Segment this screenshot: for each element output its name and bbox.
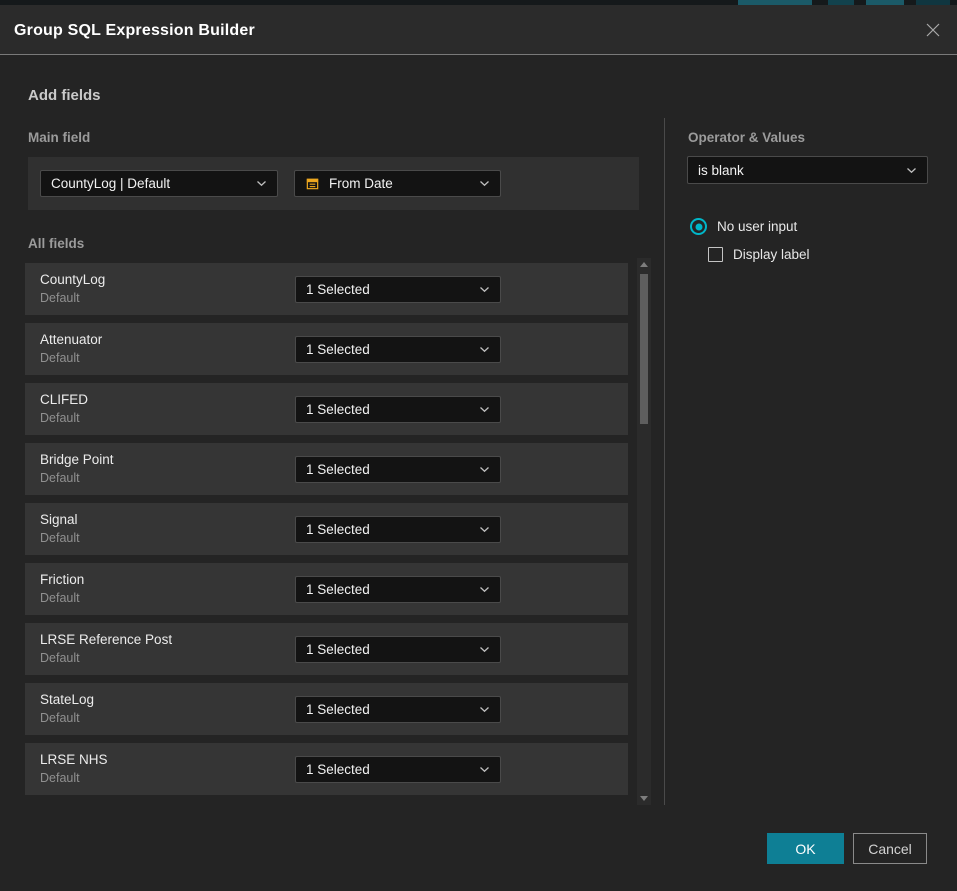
- all-fields-label: All fields: [28, 236, 84, 251]
- field-row: LRSE Reference Post Default 1 Selected: [25, 623, 628, 675]
- field-row: CountyLog Default 1 Selected: [25, 263, 628, 315]
- field-name: LRSE NHS: [40, 752, 108, 767]
- chevron-down-icon: [479, 466, 490, 473]
- checkbox-label: Display label: [733, 247, 810, 262]
- operator-select-value: is blank: [698, 163, 744, 178]
- chevron-down-icon: [479, 286, 490, 293]
- chevron-down-icon: [479, 766, 490, 773]
- field-sublabel: Default: [40, 531, 80, 545]
- chevron-down-icon: [479, 526, 490, 533]
- chevron-down-icon: [479, 346, 490, 353]
- field-sublabel: Default: [40, 591, 80, 605]
- selected-dropdown[interactable]: 1 Selected: [295, 756, 501, 783]
- selected-dropdown-value: 1 Selected: [306, 582, 370, 597]
- field-name: Bridge Point: [40, 452, 114, 467]
- selected-dropdown[interactable]: 1 Selected: [295, 276, 501, 303]
- operator-values-label: Operator & Values: [688, 130, 805, 145]
- field-name: StateLog: [40, 692, 94, 707]
- dialog-titlebar: Group SQL Expression Builder: [0, 5, 957, 55]
- selected-dropdown[interactable]: 1 Selected: [295, 336, 501, 363]
- field-sublabel: Default: [40, 711, 80, 725]
- date-select-value: From Date: [329, 176, 393, 191]
- field-name: CLIFED: [40, 392, 88, 407]
- no-user-input-radio[interactable]: No user input: [690, 218, 797, 235]
- ok-button[interactable]: OK: [767, 833, 844, 864]
- field-sublabel: Default: [40, 471, 80, 485]
- field-name: Attenuator: [40, 332, 102, 347]
- field-name: Friction: [40, 572, 84, 587]
- scroll-up-icon[interactable]: [640, 262, 648, 267]
- field-list: CountyLog Default 1 Selected Attenuator Defa…: [25, 263, 628, 803]
- field-sublabel: Default: [40, 411, 80, 425]
- selected-dropdown-value: 1 Selected: [306, 462, 370, 477]
- field-sublabel: Default: [40, 771, 80, 785]
- field-row: Signal Default 1 Selected: [25, 503, 628, 555]
- chevron-down-icon: [479, 406, 490, 413]
- field-row: Attenuator Default 1 Selected: [25, 323, 628, 375]
- selected-dropdown[interactable]: 1 Selected: [295, 396, 501, 423]
- cancel-button[interactable]: Cancel: [853, 833, 927, 864]
- field-row: CLIFED Default 1 Selected: [25, 383, 628, 435]
- main-field-label: Main field: [28, 130, 90, 145]
- chevron-down-icon: [479, 586, 490, 593]
- dialog-title: Group SQL Expression Builder: [14, 22, 255, 40]
- radio-label: No user input: [717, 219, 797, 234]
- selected-dropdown-value: 1 Selected: [306, 282, 370, 297]
- add-fields-heading: Add fields: [28, 87, 101, 104]
- field-row: StateLog Default 1 Selected: [25, 683, 628, 735]
- chevron-down-icon: [256, 180, 267, 187]
- scroll-down-icon[interactable]: [640, 796, 648, 801]
- selected-dropdown-value: 1 Selected: [306, 342, 370, 357]
- selected-dropdown[interactable]: 1 Selected: [295, 636, 501, 663]
- scroll-thumb[interactable]: [640, 274, 648, 424]
- close-button[interactable]: [922, 21, 944, 43]
- selected-dropdown-value: 1 Selected: [306, 402, 370, 417]
- field-name: LRSE Reference Post: [40, 632, 172, 647]
- main-field-date-select[interactable]: From Date: [294, 170, 501, 197]
- chevron-down-icon: [479, 180, 490, 187]
- selected-dropdown[interactable]: 1 Selected: [295, 456, 501, 483]
- scrollbar[interactable]: [637, 258, 651, 805]
- selected-dropdown-value: 1 Selected: [306, 642, 370, 657]
- field-sublabel: Default: [40, 291, 80, 305]
- checkbox-unchecked-icon: [708, 247, 723, 262]
- field-sublabel: Default: [40, 651, 80, 665]
- display-label-checkbox[interactable]: Display label: [708, 247, 810, 262]
- field-row: LRSE NHS Default 1 Selected: [25, 743, 628, 795]
- calendar-icon: [305, 176, 320, 191]
- selected-dropdown[interactable]: 1 Selected: [295, 696, 501, 723]
- field-name: CountyLog: [40, 272, 105, 287]
- main-field-source-select[interactable]: CountyLog | Default: [40, 170, 278, 197]
- selected-dropdown-value: 1 Selected: [306, 702, 370, 717]
- chevron-down-icon: [906, 167, 917, 174]
- selected-dropdown[interactable]: 1 Selected: [295, 516, 501, 543]
- selected-dropdown-value: 1 Selected: [306, 522, 370, 537]
- source-select-value: CountyLog | Default: [51, 176, 170, 191]
- close-icon: [925, 22, 941, 43]
- field-row: Bridge Point Default 1 Selected: [25, 443, 628, 495]
- chevron-down-icon: [479, 706, 490, 713]
- field-sublabel: Default: [40, 351, 80, 365]
- field-name: Signal: [40, 512, 78, 527]
- section-divider: [664, 118, 665, 805]
- selected-dropdown-value: 1 Selected: [306, 762, 370, 777]
- selected-dropdown[interactable]: 1 Selected: [295, 576, 501, 603]
- field-row: Friction Default 1 Selected: [25, 563, 628, 615]
- chevron-down-icon: [479, 646, 490, 653]
- main-field-panel: CountyLog | Default From Date: [28, 157, 639, 210]
- operator-select[interactable]: is blank: [687, 156, 928, 184]
- radio-selected-icon: [690, 218, 707, 235]
